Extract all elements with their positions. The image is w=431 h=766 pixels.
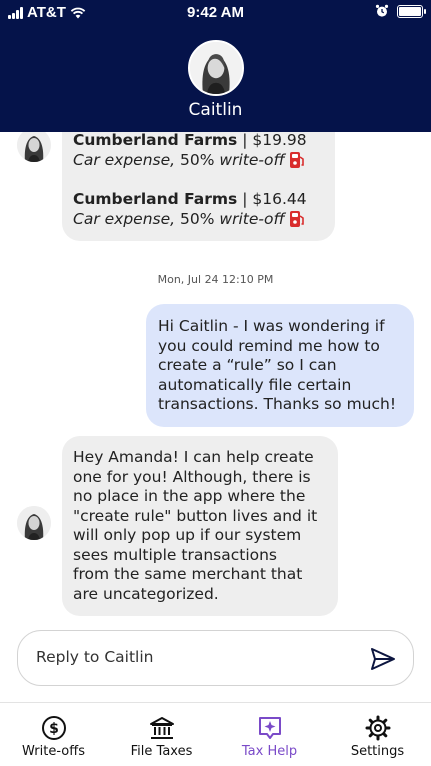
chat-header: AT&T 9:42 AM Caitlin (0, 0, 431, 132)
merchant-name: Cumberland Farms (73, 132, 238, 149)
tab-write-offs[interactable]: $ Write-offs (0, 715, 107, 759)
receipts-bubble: Cumberland Farms | $19.98 Car expense, 5… (62, 132, 335, 241)
chat-thread[interactable]: Cumberland Farms | $19.98 Car expense, 5… (0, 132, 431, 622)
contact-avatar-small (17, 506, 51, 540)
dollar-circle-icon: $ (41, 716, 66, 740)
contact-avatar[interactable] (188, 40, 244, 96)
merchant-name: Cumberland Farms (73, 190, 238, 208)
tab-settings[interactable]: Settings (324, 715, 431, 759)
svg-text:$: $ (49, 721, 59, 737)
expense-category: Car expense, (73, 150, 176, 169)
reply-input[interactable]: Reply to Caitlin (36, 648, 153, 666)
write-off-label: write-off (219, 150, 285, 169)
sparkle-chat-icon (258, 717, 281, 739)
bottom-tab-bar: $ Write-offs File Taxes Tax Help Setting… (0, 702, 431, 766)
alarm-icon (375, 4, 389, 17)
incoming-line: one for you! Although, there is (73, 467, 311, 486)
outgoing-line: create a “rule” so I can (158, 356, 337, 374)
tab-file-taxes[interactable]: File Taxes (108, 715, 215, 759)
incoming-line: from the same merchant that (73, 565, 303, 583)
tab-tax-help[interactable]: Tax Help (216, 715, 323, 759)
write-off-label: write-off (219, 209, 285, 228)
incoming-line: "create rule" button lives and it (73, 506, 318, 525)
write-off-percent: 50% (180, 150, 215, 169)
receipt-amount: | $19.98 (242, 132, 307, 149)
tab-label: Write-offs (22, 744, 85, 759)
outgoing-line: automatically file certain (158, 375, 352, 394)
outgoing-message-bubble[interactable]: Hi Caitlin - I was wondering if you coul… (146, 304, 414, 427)
incoming-line: are uncategorized. (73, 584, 219, 603)
incoming-line: Hey Amanda! I can help create (73, 448, 314, 466)
incoming-line: will only pop up if our system (73, 526, 302, 544)
outgoing-line: you could remind me how to (158, 336, 380, 355)
contact-name: Caitlin (188, 100, 243, 120)
fuel-pump-icon (289, 211, 304, 227)
incoming-message-bubble[interactable]: Hey Amanda! I can help create one for yo… (62, 436, 338, 616)
outgoing-line: Hi Caitlin - I was wondering if (158, 317, 385, 335)
tab-label: Tax Help (241, 744, 298, 759)
receipt-amount: | $16.44 (242, 190, 307, 208)
status-bar: AT&T 9:42 AM (0, 0, 431, 26)
reply-composer: Reply to Caitlin (17, 630, 414, 686)
contact-avatar-small (17, 132, 51, 162)
receipt-item[interactable]: Cumberland Farms | $16.44 Car expense, 5… (73, 190, 323, 229)
bank-icon (149, 717, 174, 739)
write-off-percent: 50% (180, 209, 215, 228)
incoming-line: sees multiple transactions (73, 545, 278, 564)
expense-category: Car expense, (73, 209, 176, 228)
status-right (375, 4, 426, 18)
status-time: 9:42 AM (187, 4, 244, 21)
tab-label: Settings (350, 744, 405, 759)
tab-label: File Taxes (130, 744, 193, 759)
incoming-line: no place in the app where the (73, 487, 306, 505)
send-icon[interactable] (369, 645, 397, 673)
message-timestamp: Mon, Jul 24 12:10 PM (157, 273, 274, 286)
fuel-pump-icon (289, 152, 304, 168)
receipt-item[interactable]: Cumberland Farms | $19.98 Car expense, 5… (73, 132, 323, 170)
gear-icon (365, 715, 390, 741)
battery-icon (397, 4, 426, 18)
outgoing-line: transactions. Thanks so much! (158, 395, 397, 413)
